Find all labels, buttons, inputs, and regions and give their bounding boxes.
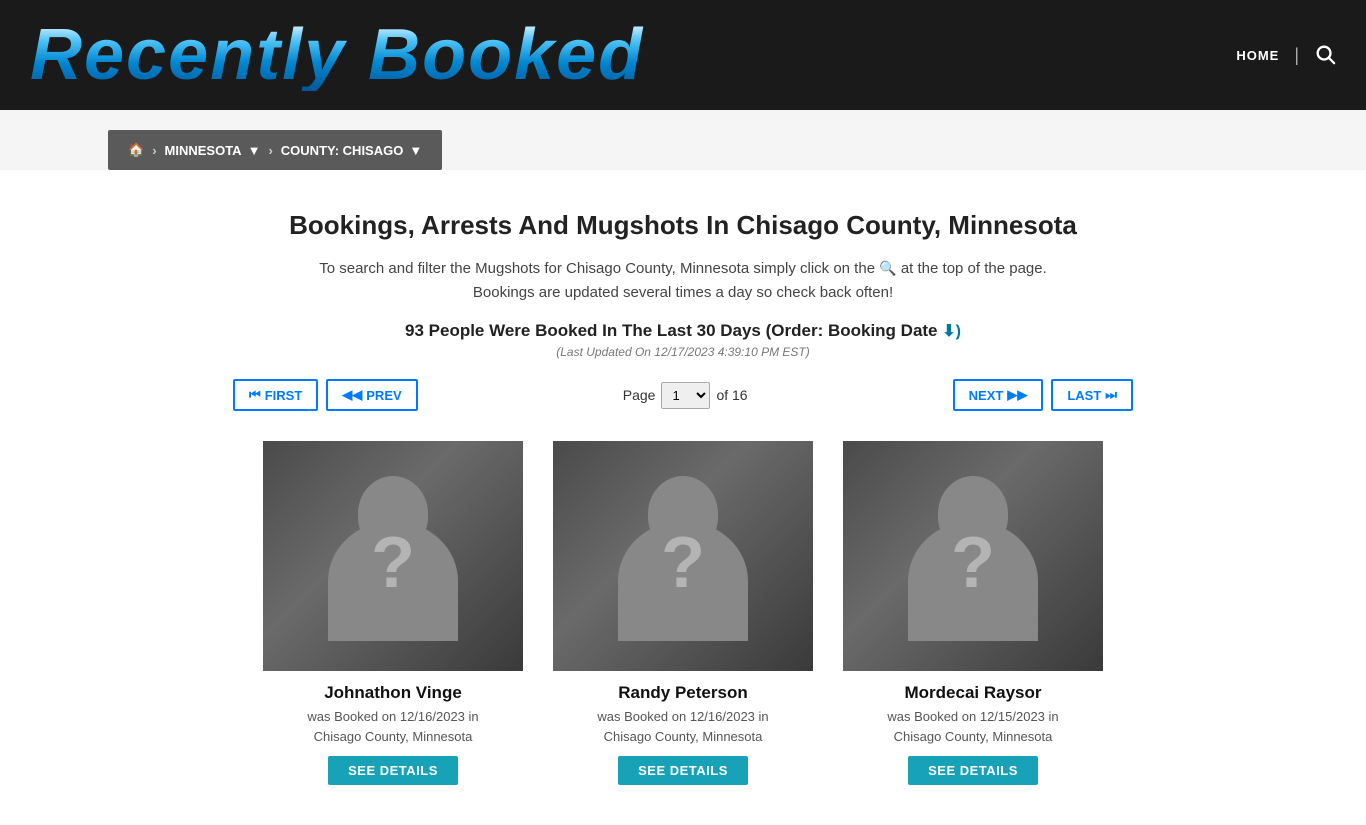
next-icon: ▶▶ [1007, 387, 1027, 403]
last-button[interactable]: LAST ⏭ [1051, 379, 1133, 411]
description-text: To search and filter the Mugshots for Ch… [223, 257, 1143, 305]
breadcrumb-state-link[interactable]: MINNESOTA ▼ [165, 143, 261, 158]
person-booked-info: was Booked on 12/16/2023 inChisago Count… [553, 707, 813, 746]
first-label: FIRST [265, 388, 303, 403]
next-button[interactable]: NEXT ▶▶ [953, 379, 1044, 411]
main-content: Bookings, Arrests And Mugshots In Chisag… [203, 170, 1163, 825]
mugshot-image: ? [843, 441, 1103, 671]
see-details-button[interactable]: SEE DETAILS [618, 756, 748, 785]
person-booked-info: was Booked on 12/15/2023 inChisago Count… [843, 707, 1103, 746]
prev-label: PREV [366, 388, 401, 403]
breadcrumb-county-link[interactable]: COUNTY: CHISAGO ▼ [281, 143, 422, 158]
desc-line2: Bookings are updated several times a day… [473, 284, 893, 301]
of-text: of 16 [716, 387, 747, 403]
state-dropdown-icon: ▼ [248, 143, 261, 158]
page-title: Bookings, Arrests And Mugshots In Chisag… [223, 210, 1143, 241]
prev-button[interactable]: ◀◀ PREV [326, 379, 417, 411]
pagination-right-buttons: NEXT ▶▶ LAST ⏭ [953, 379, 1133, 411]
site-header: Recently Booked HOME | [0, 0, 1366, 110]
county-dropdown-icon: ▼ [409, 143, 422, 158]
breadcrumb-county-label: COUNTY: CHISAGO [281, 143, 404, 158]
mugshot-image: ? [263, 441, 523, 671]
person-card: ? Johnathon Vinge was Booked on 12/16/20… [263, 441, 523, 785]
page-text: Page [623, 387, 656, 403]
breadcrumb-sep-2: › [268, 143, 272, 158]
see-details-button[interactable]: SEE DETAILS [908, 756, 1038, 785]
next-label: NEXT [969, 388, 1004, 403]
desc-part2: at the top of the page. [901, 260, 1047, 277]
person-card: ? Randy Peterson was Booked on 12/16/202… [553, 441, 813, 785]
unknown-icon: ? [661, 527, 705, 599]
unknown-icon: ? [371, 527, 415, 599]
breadcrumb-sep-1: › [152, 143, 156, 158]
person-cards-grid: ? Johnathon Vinge was Booked on 12/16/20… [223, 441, 1143, 785]
last-updated-text: (Last Updated On 12/17/2023 4:39:10 PM E… [223, 345, 1143, 359]
person-card: ? Mordecai Raysor was Booked on 12/15/20… [843, 441, 1103, 785]
mugshot-image: ? [553, 441, 813, 671]
person-booked-info: was Booked on 12/16/2023 inChisago Count… [263, 707, 523, 746]
last-label: LAST [1067, 388, 1101, 403]
header-nav: HOME | [1236, 43, 1336, 68]
person-name: Randy Peterson [553, 683, 813, 703]
first-icon: ⏮ [249, 387, 261, 403]
prev-icon: ◀◀ [342, 387, 362, 403]
nav-divider: | [1294, 45, 1299, 66]
sort-icon: ⬇) [942, 323, 961, 340]
inline-search-icon: 🔍 [879, 257, 896, 279]
booking-count-text: 93 People Were Booked In The Last 30 Day… [405, 321, 938, 340]
home-breadcrumb-icon: 🏠 [128, 142, 144, 158]
last-icon: ⏭ [1105, 387, 1117, 403]
first-button[interactable]: ⏮ FIRST [233, 379, 318, 411]
see-details-button[interactable]: SEE DETAILS [328, 756, 458, 785]
person-name: Mordecai Raysor [843, 683, 1103, 703]
pagination-top: ⏮ FIRST ◀◀ PREV Page 1 2 3 4 5 6 7 8 9 1… [223, 379, 1143, 411]
person-name: Johnathon Vinge [263, 683, 523, 703]
unknown-icon: ? [951, 527, 995, 599]
booking-count: 93 People Were Booked In The Last 30 Day… [223, 321, 1143, 341]
pagination-left-buttons: ⏮ FIRST ◀◀ PREV [233, 379, 418, 411]
breadcrumb: 🏠 › MINNESOTA ▼ › COUNTY: CHISAGO ▼ [108, 130, 442, 170]
breadcrumb-state-label: MINNESOTA [165, 143, 242, 158]
desc-part1: To search and filter the Mugshots for Ch… [319, 260, 875, 277]
home-nav-link[interactable]: HOME [1236, 48, 1279, 63]
search-icon [1314, 43, 1336, 65]
site-logo[interactable]: Recently Booked [30, 19, 644, 91]
search-icon-button[interactable] [1314, 43, 1336, 68]
pagination-center: Page 1 2 3 4 5 6 7 8 9 10 11 12 13 14 15… [623, 382, 748, 409]
page-selector[interactable]: 1 2 3 4 5 6 7 8 9 10 11 12 13 14 15 16 [661, 382, 710, 409]
breadcrumb-home-link[interactable]: 🏠 [128, 142, 144, 158]
